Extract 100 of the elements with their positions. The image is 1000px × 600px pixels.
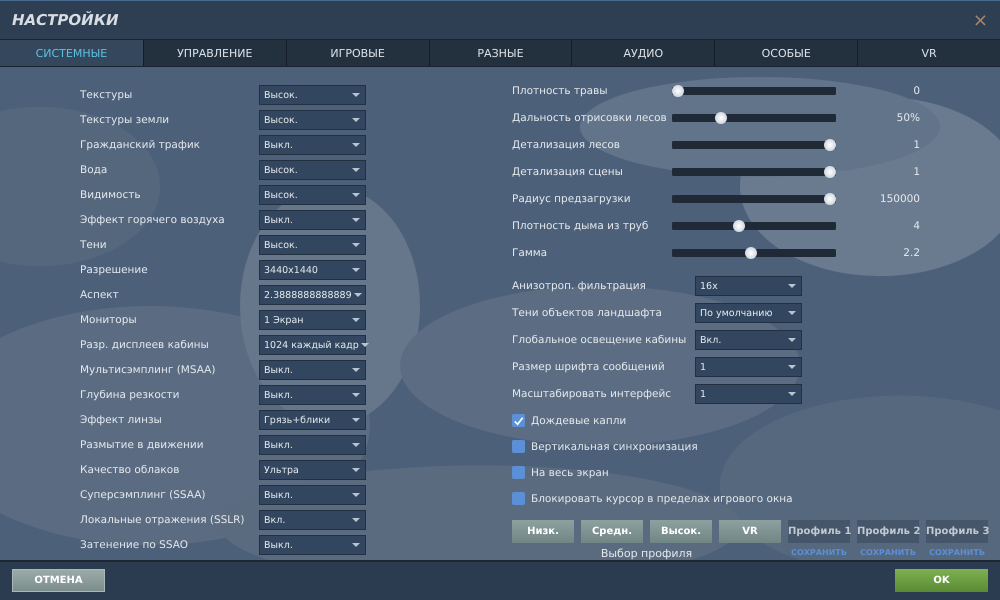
caret-icon: [352, 268, 360, 272]
dropdown[interactable]: 3440x1440: [259, 260, 366, 280]
slider[interactable]: [672, 139, 836, 152]
caret-icon: [352, 368, 360, 372]
checkbox-label: На весь экран: [531, 466, 609, 479]
setting-label: Масштабировать интерфейс: [512, 388, 672, 400]
setting-label: Качество облаков: [80, 464, 180, 476]
setting-label: Тени: [80, 239, 108, 252]
slider-label: Гамма: [512, 247, 548, 260]
slider-label: Детализация сцены: [512, 166, 624, 178]
dropdown[interactable]: 1024 каждый кадр: [259, 335, 366, 356]
dropdown[interactable]: Ультра: [259, 460, 366, 480]
setting-label: Аспект: [80, 289, 120, 302]
caret-icon: [352, 543, 360, 548]
checkbox-label: Вертикальная синхронизация: [531, 440, 698, 453]
slider[interactable]: [672, 112, 836, 124]
caret-icon: [352, 143, 360, 148]
caret-icon: [352, 118, 360, 122]
caret-icon: [352, 443, 360, 448]
tab[interactable]: СИСТЕМНЫЕ: [0, 40, 143, 66]
profile-button[interactable]: Профиль 1: [788, 520, 850, 543]
setting-label: Гражданский трафик: [80, 139, 201, 152]
setting-label: Анизотроп. фильтрация: [512, 280, 647, 292]
setting-label: Текстуры: [80, 89, 134, 102]
slider[interactable]: [672, 193, 836, 206]
setting-label: Разрешение: [80, 264, 149, 276]
caret-icon: [352, 518, 360, 522]
slider[interactable]: [672, 85, 836, 98]
setting-label: Глобальное освещение кабины: [512, 334, 688, 346]
slider-label: Радиус предзагрузки: [512, 193, 632, 206]
slider-value: 1: [912, 166, 920, 178]
dropdown[interactable]: По умолчанию: [695, 303, 802, 324]
setting-label: Суперсэмплинг (SSAA): [80, 489, 206, 502]
caret-icon: [788, 338, 796, 342]
dropdown[interactable]: 1 Экран: [259, 310, 366, 330]
profile-button[interactable]: Профиль 2: [857, 520, 919, 543]
dropdown[interactable]: 16x: [695, 276, 802, 296]
dropdown[interactable]: Вкл.: [259, 510, 366, 530]
window-title: НАСТРОЙКИ: [12, 11, 119, 30]
dropdown[interactable]: 1: [695, 384, 802, 404]
dropdown[interactable]: Выкл.: [259, 210, 366, 230]
caret-icon: [354, 293, 362, 298]
dropdown[interactable]: Высок.: [259, 160, 366, 180]
slider[interactable]: [672, 166, 836, 178]
dropdown[interactable]: 2.3888888888889: [259, 285, 366, 306]
setting-label: Разр. дисплеев кабины: [80, 339, 210, 352]
slider[interactable]: [672, 247, 836, 260]
slider-value: 150000: [878, 193, 920, 206]
checkbox[interactable]: [512, 466, 525, 480]
caret-icon: [352, 93, 360, 98]
dropdown[interactable]: Высок.: [259, 235, 366, 256]
slider-value: 1: [912, 139, 920, 152]
dropdown[interactable]: Выкл.: [259, 435, 366, 456]
caret-icon: [788, 365, 796, 370]
caret-icon: [352, 218, 360, 222]
setting-label: Эффект горячего воздуха: [80, 214, 226, 226]
profile-caption: Выбор профиля: [600, 546, 692, 560]
caret-icon: [788, 284, 796, 288]
slider-label: Плотность дыма из труб: [512, 220, 650, 232]
slider-value: 50%: [896, 112, 920, 124]
setting-label: Эффект линзы: [80, 414, 163, 426]
setting-label: Глубина резкости: [80, 389, 180, 402]
slider-label: Плотность травы: [512, 85, 609, 98]
caret-icon: [352, 393, 360, 398]
caret-icon: [788, 311, 796, 316]
dropdown[interactable]: Высок.: [259, 185, 366, 206]
setting-label: Вода: [80, 164, 108, 176]
setting-label: Мультисэмплинг (MSAA): [80, 364, 216, 376]
slider[interactable]: [672, 220, 836, 232]
setting-label: Размер шрифта сообщений: [512, 361, 666, 374]
dropdown[interactable]: Выкл.: [259, 535, 366, 556]
caret-icon: [352, 243, 360, 248]
setting-label: Видимость: [80, 189, 142, 202]
dropdown[interactable]: Выкл.: [259, 485, 366, 506]
dropdown[interactable]: Высок.: [259, 110, 366, 130]
setting-label: Мониторы: [80, 314, 138, 326]
slider-label: Детализация лесов: [512, 139, 621, 152]
profile-button[interactable]: Профиль 3: [926, 520, 988, 543]
slider-value: 2.2: [902, 247, 920, 260]
dropdown[interactable]: Высок.: [259, 85, 366, 106]
setting-label: Локальные отражения (SSLR): [80, 514, 246, 526]
dropdown[interactable]: 1: [695, 357, 802, 378]
checkbox[interactable]: [512, 492, 525, 506]
setting-label: Текстуры земли: [80, 114, 170, 126]
checkbox-label: Дождевые капли: [531, 414, 626, 427]
dropdown[interactable]: Выкл.: [259, 385, 366, 406]
dropdown[interactable]: Выкл.: [259, 360, 366, 380]
caret-icon: [352, 193, 360, 198]
dropdown[interactable]: Выкл.: [259, 135, 366, 156]
slider-label: Дальность отрисовки лесов: [512, 112, 668, 124]
dropdown[interactable]: Грязь+блики: [259, 410, 366, 430]
checkbox[interactable]: [512, 414, 525, 428]
caret-icon: [352, 493, 360, 498]
slider-value: 0: [912, 85, 920, 98]
caret-icon: [360, 343, 369, 348]
setting-label: Тени объектов ландшафта: [512, 307, 663, 320]
dropdown[interactable]: Вкл.: [695, 330, 802, 350]
caret-icon: [352, 418, 360, 422]
caret-icon: [352, 168, 360, 172]
checkbox[interactable]: [512, 440, 525, 454]
